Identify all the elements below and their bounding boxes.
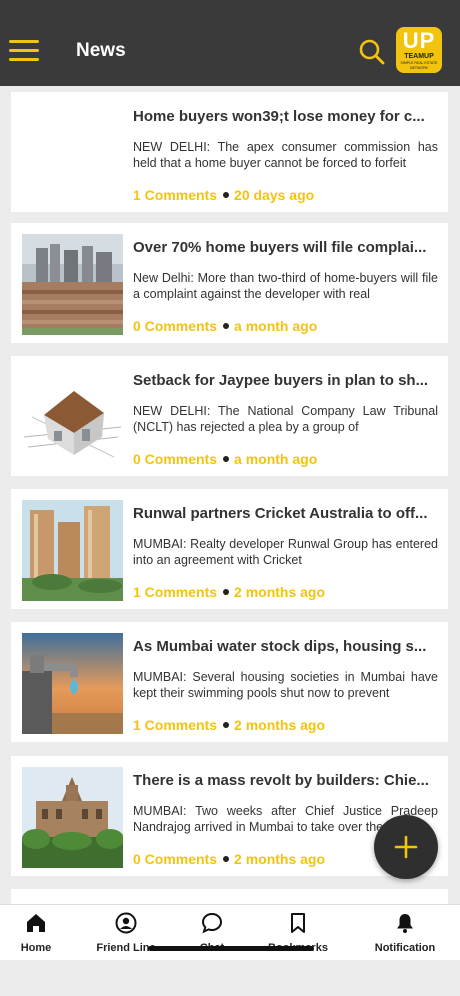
news-thumbnail-water-tap	[22, 633, 123, 734]
home-icon	[27, 914, 45, 932]
chat-icon	[201, 912, 223, 934]
news-meta: 0 Comments 2 months ago	[133, 850, 325, 868]
comments-count[interactable]: 1 Comments	[133, 717, 217, 733]
top-app-bar: News UP TEAMUP SIMPLE REAL ESTATE NETWOR…	[0, 0, 460, 86]
news-card[interactable]: Runwal partners Cricket Australia to off…	[11, 489, 448, 609]
page-title: News	[76, 40, 126, 61]
news-card-partial[interactable]	[11, 889, 448, 904]
post-time: a month ago	[234, 318, 318, 334]
logo-text: TEAMUP	[404, 53, 434, 60]
nav-home[interactable]: Home	[0, 905, 82, 961]
news-title: Runwal partners Cricket Australia to off…	[133, 505, 428, 522]
news-card[interactable]: Over 70% home buyers will file complai..…	[11, 223, 448, 343]
news-card[interactable]: Home buyers won39;t lose money for c... …	[11, 92, 448, 212]
logo-mark: UP	[402, 28, 436, 53]
friend-line-icon	[115, 912, 137, 934]
home-indicator	[148, 946, 314, 951]
comments-count[interactable]: 1 Comments	[133, 187, 217, 203]
post-time: 20 days ago	[234, 187, 315, 203]
post-time: 2 months ago	[234, 851, 326, 867]
post-time: a month ago	[234, 451, 318, 467]
news-thumbnail-empty	[22, 103, 123, 204]
post-time: 2 months ago	[234, 584, 326, 600]
comments-count[interactable]: 1 Comments	[133, 584, 217, 600]
news-title: Setback for Jaypee buyers in plan to sh.…	[133, 372, 429, 389]
news-meta: 1 Comments 2 months ago	[133, 583, 325, 601]
plus-icon	[394, 835, 418, 859]
hamburger-menu-icon[interactable]	[9, 40, 39, 62]
news-excerpt: New Delhi: More than two-third of home-b…	[133, 271, 438, 301]
nav-home-label: Home	[20, 942, 52, 954]
news-thumbnail-towers	[22, 500, 123, 601]
news-excerpt: NEW DELHI: The apex consumer commission …	[133, 140, 438, 170]
news-title: Home buyers won39;t lose money for c...	[133, 108, 425, 125]
nav-friend-line[interactable]: Friend Line	[80, 905, 172, 961]
news-meta: 0 Comments a month ago	[133, 317, 317, 335]
nav-chat[interactable]: Chat	[166, 905, 258, 961]
nav-notification-label: Notification	[374, 942, 436, 954]
news-meta: 1 Comments 20 days ago	[133, 186, 314, 204]
separator-dot	[223, 589, 230, 596]
news-excerpt: MUMBAI: Realty developer Runwal Group ha…	[133, 537, 438, 567]
news-thumbnail-house-blueprint	[22, 367, 123, 468]
post-time: 2 months ago	[234, 717, 326, 733]
news-card[interactable]: As Mumbai water stock dips, housing s...…	[11, 622, 448, 742]
teamup-logo[interactable]: UP TEAMUP SIMPLE REAL ESTATE NETWORK	[396, 27, 442, 73]
news-card[interactable]: Setback for Jaypee buyers in plan to sh.…	[11, 356, 448, 476]
news-excerpt: NEW DELHI: The National Company Law Trib…	[133, 404, 438, 434]
bookmark-icon	[291, 913, 305, 933]
news-feed[interactable]: Home buyers won39;t lose money for c... …	[0, 86, 460, 904]
comments-count[interactable]: 0 Comments	[133, 451, 217, 467]
separator-dot	[223, 192, 230, 199]
separator-dot	[223, 856, 230, 863]
bell-icon	[397, 914, 413, 933]
news-title: As Mumbai water stock dips, housing s...	[133, 638, 427, 655]
logo-subtext: SIMPLE REAL ESTATE NETWORK	[400, 61, 438, 70]
news-thumbnail-court-building	[22, 767, 123, 868]
news-thumbnail-city-skyline	[22, 234, 123, 335]
add-post-button[interactable]	[374, 815, 438, 879]
separator-dot	[223, 456, 230, 463]
comments-count[interactable]: 0 Comments	[133, 318, 217, 334]
separator-dot	[223, 722, 230, 729]
news-meta: 1 Comments 2 months ago	[133, 716, 325, 734]
news-excerpt: MUMBAI: Several housing societies in Mum…	[133, 670, 438, 700]
separator-dot	[223, 323, 230, 330]
news-title: There is a mass revolt by builders: Chie…	[133, 772, 429, 789]
news-title: Over 70% home buyers will file complai..…	[133, 239, 427, 256]
bottom-navigation: Home Friend Line Chat Bookmarks Notifica…	[0, 904, 460, 960]
nav-notification[interactable]: Notification	[359, 905, 451, 961]
comments-count[interactable]: 0 Comments	[133, 851, 217, 867]
nav-bookmarks[interactable]: Bookmarks	[252, 905, 344, 961]
news-meta: 0 Comments a month ago	[133, 450, 317, 468]
search-icon[interactable]	[358, 38, 386, 66]
